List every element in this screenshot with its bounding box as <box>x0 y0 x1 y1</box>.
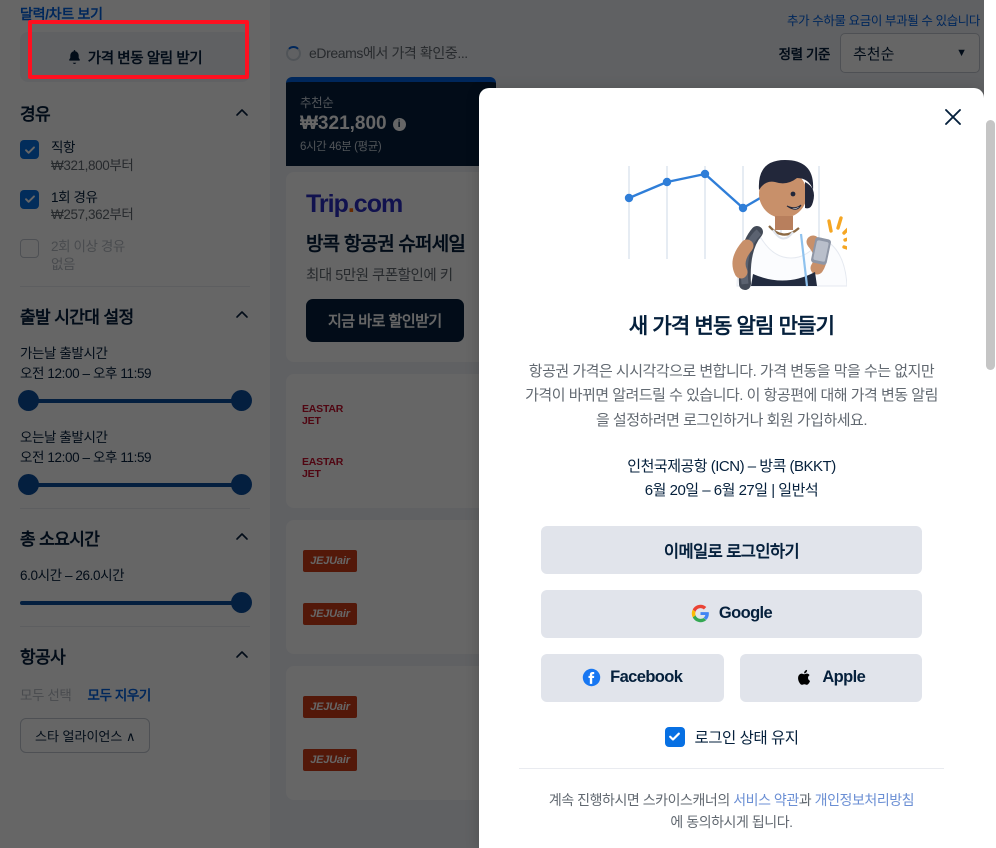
modal-legal-footer: 계속 진행하시면 스카이스캐너의 서비스 약관과 개인정보처리방침에 동의하시게… <box>519 767 944 834</box>
apple-icon <box>796 668 813 687</box>
terms-of-service-link[interactable]: 서비스 약관 <box>733 792 799 808</box>
close-icon[interactable] <box>938 102 968 132</box>
legal-suffix: 에 동의하시게 됩니다. <box>670 814 793 831</box>
page-scrollbar-thumb[interactable] <box>986 120 995 370</box>
login-with-apple-label: Apple <box>822 668 866 687</box>
login-with-facebook-button[interactable]: Facebook <box>541 653 724 702</box>
modal-title: 새 가격 변동 알림 만들기 <box>628 315 835 338</box>
google-icon <box>691 604 710 623</box>
login-with-google-label: Google <box>718 604 773 623</box>
modal-route-details: 6월 20일 – 6월 27일 | 일반석 <box>644 481 819 499</box>
login-with-google-button[interactable]: Google <box>541 589 922 638</box>
login-options: 이메일로 로그인하기 Google Facebook Apple <box>519 525 944 702</box>
stay-signed-in-label: 로그인 상태 유지 <box>694 729 799 747</box>
privacy-policy-link[interactable]: 개인정보처리방침 <box>815 792 915 808</box>
legal-mid: 과 <box>798 791 815 808</box>
modal-body-text: 항공권 가격은 시시각각으로 변합니다. 가격 변동을 막을 수는 없지만 가격… <box>525 363 938 429</box>
page-scrollbar[interactable] <box>984 0 996 848</box>
login-with-facebook-label: Facebook <box>610 668 683 687</box>
stay-signed-in-checkbox[interactable] <box>664 726 685 747</box>
price-alert-login-modal: 새 가격 변동 알림 만들기 항공권 가격은 시시각각으로 변합니다. 가격 변… <box>479 88 984 848</box>
price-chart-traveller-illustration <box>519 134 944 294</box>
modal-route: 인천국제공항 (ICN) – 방콕 (BKKT) <box>627 457 836 475</box>
login-with-email-button[interactable]: 이메일로 로그인하기 <box>541 525 922 574</box>
legal-prefix: 계속 진행하시면 스카이스캐너의 <box>548 791 734 808</box>
stay-signed-in-row[interactable]: 로그인 상태 유지 <box>519 726 944 748</box>
facebook-icon <box>582 668 601 687</box>
login-with-apple-button[interactable]: Apple <box>739 653 922 702</box>
screen: 달력/차트 보기 가격 변동 알림 받기 경유 <box>0 0 996 848</box>
login-with-email-label: 이메일로 로그인하기 <box>663 542 800 561</box>
